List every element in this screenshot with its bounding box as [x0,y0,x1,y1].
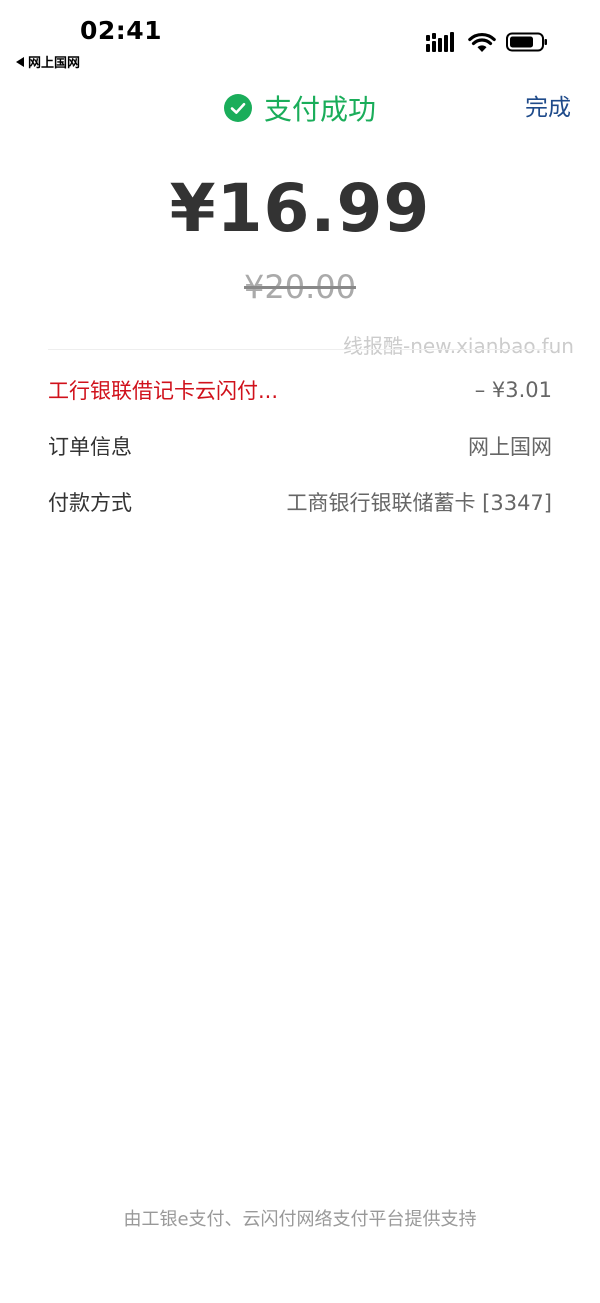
payment-method-label: 付款方式 [48,491,132,515]
watermark: 线报酷-new.xianbao.fun [343,334,574,358]
status-bar: 02:41 网上国网 [0,0,600,80]
done-button[interactable]: 完成 [525,88,571,122]
payment-method-row: 付款方式 工商银行银联储蓄卡 [3347] [48,484,552,520]
order-info-value: 网上国网 [468,435,552,459]
discount-label: 工行银联借记卡云闪付... [48,379,279,403]
payment-method-value: 工商银行银联储蓄卡 [3347] [286,491,552,515]
back-triangle-icon [16,56,24,67]
header: 支付成功 完成 [0,80,600,136]
status-icons [426,32,548,52]
back-app-label: 网上国网 [28,56,81,71]
paid-amount: ¥16.99 [169,170,431,247]
original-amount: ¥20.00 [244,268,356,306]
back-to-app-link[interactable]: 网上国网 [16,52,80,71]
divider [48,349,552,350]
success-header: 支付成功 [224,88,376,128]
discount-row: 工行银联借记卡云闪付... – ¥3.01 [48,372,552,408]
status-time: 02:41 [80,16,163,45]
wifi-icon [468,32,496,52]
battery-icon [506,32,547,52]
order-info-row: 订单信息 网上国网 [48,428,552,464]
success-title: 支付成功 [264,93,377,126]
check-circle-icon [224,94,252,122]
signal-icon [426,32,454,52]
discount-value: – ¥3.01 [474,378,552,402]
order-info-label: 订单信息 [48,435,132,459]
footer-text: 由工银e支付、云闪付网络支付平台提供支持 [123,1209,477,1230]
